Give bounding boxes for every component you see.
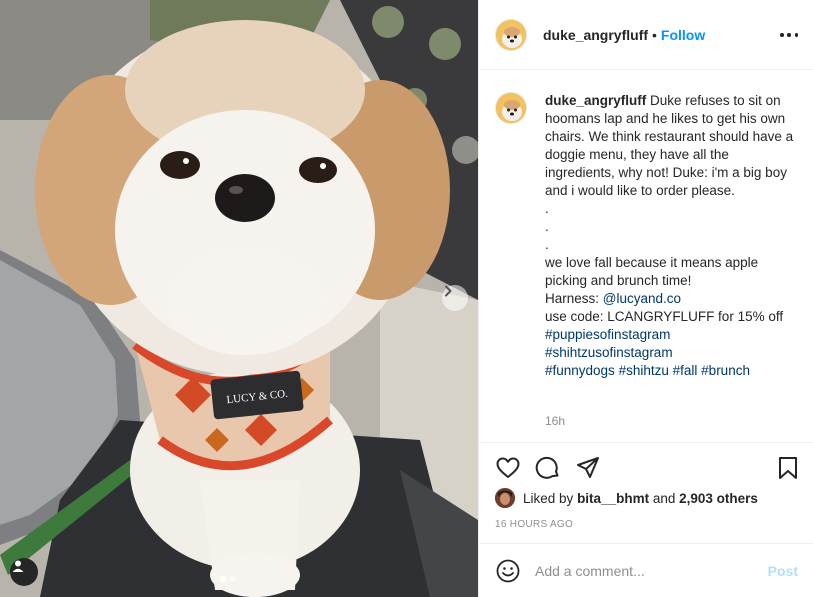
post-comment-button[interactable]: Post [768,563,798,579]
liker-username[interactable]: bita__bhmt [577,491,649,506]
caption-body: duke_angryfluff Duke refuses to sit on h… [545,93,793,198]
emoji-icon[interactable] [495,558,521,584]
dog-photo-illustration: LUCY & CO. [0,0,478,597]
more-icon-dot [787,33,791,37]
hashtag-link[interactable]: #shihtzu [619,363,669,378]
liker-avatar[interactable] [495,488,515,508]
hashtag-link[interactable]: #fall [673,363,698,378]
author-avatar[interactable] [495,18,527,51]
more-options-button[interactable] [780,26,798,44]
hashtag-line: #funnydogs #shihtzu #fall #brunch [545,362,800,380]
caption-dot-line: . [545,237,549,252]
chevron-right-icon [445,285,452,297]
comment-icon[interactable] [535,455,561,481]
caption-dot-line: . [545,219,549,234]
likes-count[interactable]: 2,903 others [679,491,758,506]
caption-username[interactable]: duke_angryfluff [545,93,646,108]
hashtag-line: #puppiesofinstagram [545,326,800,344]
comment-bar: Post [479,543,813,597]
hashtag-link[interactable]: #shihtzusofinstagram [545,345,673,360]
caption-dot-line: . [545,201,549,216]
post-side-panel: duke_angryfluff • Follow duke_angryfluff… [478,0,813,597]
instagram-post: LUCY & CO. duke_angryfluff • Follow duke… [0,0,813,597]
dog-avatar-icon [496,93,526,123]
post-timestamp[interactable]: 16 HOURS AGO [495,519,573,530]
heart-icon[interactable] [495,455,521,481]
comment-input[interactable] [535,562,755,579]
carousel-next-button[interactable] [442,285,468,311]
mention-link[interactable]: @lucyand.co [603,291,681,306]
liked-by-prefix: Liked by [523,490,574,506]
action-bar [479,442,813,492]
share-icon[interactable] [575,455,601,481]
hashtag-link[interactable]: #brunch [701,363,750,378]
hashtag-line: #shihtzusofinstagram [545,344,800,362]
more-icon-dot [794,33,798,37]
follow-button[interactable]: Follow [661,27,705,43]
post-header: duke_angryfluff • Follow [479,0,813,70]
caption-fall-line: we love fall because it means apple pick… [545,255,759,288]
caption-age[interactable]: 16h [545,414,565,428]
more-icon [780,33,784,37]
carousel-dot-active [220,576,226,582]
header-separator: • [652,26,657,43]
caption-code-line: use code: LCANGRYFLUFF for 15% off [545,309,784,324]
bookmark-icon[interactable] [775,455,801,481]
caption-author-avatar[interactable] [495,92,527,124]
likes-summary: Liked by bita__bhmt and 2,903 others [495,488,758,508]
caption-text: Duke refuses to sit on hoomans lap and h… [545,93,794,198]
post-photo[interactable]: LUCY & CO. [0,0,478,597]
harness-label: Harness: [545,291,603,306]
user-tag-icon [12,560,24,572]
post-caption: duke_angryfluff Duke refuses to sit on h… [545,92,800,380]
carousel-dot [230,576,236,582]
hashtag-link[interactable]: #funnydogs [545,363,615,378]
hashtag-link[interactable]: #puppiesofinstagram [545,327,670,342]
dog-avatar-icon [496,19,526,50]
person-avatar-icon [495,488,515,508]
carousel-indicator [220,576,236,582]
caption-harness-line: Harness: @lucyand.co [545,290,800,308]
liked-by-and: and [652,490,676,506]
user-tag-button[interactable] [10,558,38,586]
author-username[interactable]: duke_angryfluff [543,27,648,43]
